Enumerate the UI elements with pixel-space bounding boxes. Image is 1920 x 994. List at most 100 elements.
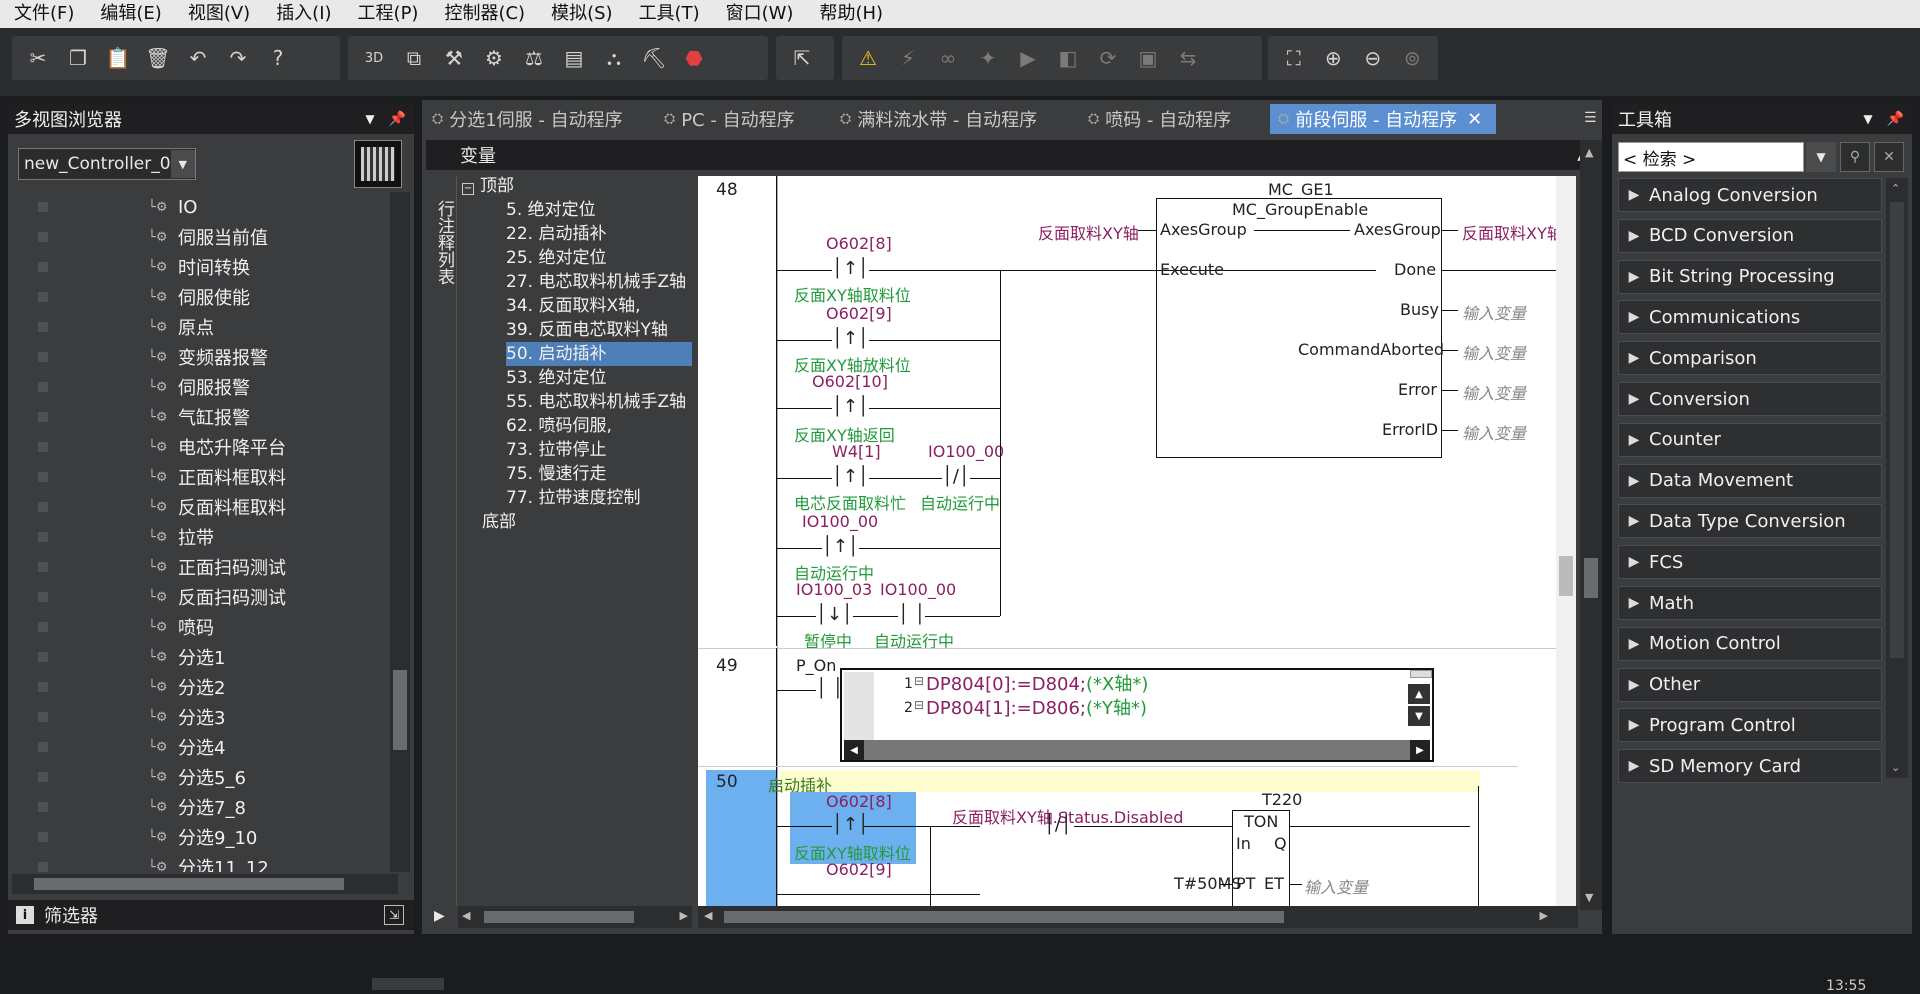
st-hscroll[interactable]: ◀ ▶ xyxy=(844,740,1430,760)
st-scroll-down[interactable]: ▼ xyxy=(1408,706,1430,726)
outline-item[interactable]: 25. 绝对定位 xyxy=(506,246,606,270)
outline-item[interactable]: 62. 喷码伺服, xyxy=(506,414,612,438)
rebuild-icon[interactable]: ⚙ xyxy=(474,39,514,77)
check-icon[interactable]: ⚖ xyxy=(514,39,554,77)
zoom-out-icon[interactable]: ⊖ xyxy=(1353,39,1393,77)
pin-icon[interactable]: 📌 xyxy=(389,111,406,127)
reset-icon[interactable]: ⟳ xyxy=(1088,39,1128,77)
outline-bottom[interactable]: 底部 xyxy=(482,510,516,534)
toolbox-search-input[interactable]: < 检索 > xyxy=(1618,142,1804,172)
outline-item[interactable]: 55. 电芯取料机械手Z轴 xyxy=(506,390,686,414)
toolbox-category[interactable]: ▶ FCS xyxy=(1618,545,1882,580)
cut-icon[interactable]: ✂ xyxy=(18,39,58,77)
tree-item[interactable]: └⚙ 正面扫码测试 xyxy=(8,552,388,582)
dropdown-icon[interactable]: ▼ xyxy=(365,112,374,126)
connect-icon[interactable]: ⇱ xyxy=(782,39,822,77)
tree-item[interactable]: └⚙ 喷码 xyxy=(8,612,388,642)
menu-project[interactable]: 工程(P) xyxy=(344,0,431,28)
collapse-icon[interactable]: ⊟ xyxy=(914,698,924,712)
tab-4[interactable]: ⛭ 前段伺服 - 自动程序 ✕ xyxy=(1270,104,1496,134)
tree-item[interactable]: └⚙ 分选5_6 xyxy=(8,762,388,792)
tree-item[interactable]: └⚙ 正面料框取料 xyxy=(8,462,388,492)
disable-warning-icon[interactable]: ⚡ xyxy=(888,39,928,77)
chevron-down-icon[interactable]: ▼ xyxy=(170,150,195,178)
tree-item[interactable]: └⚙ 伺服使能 xyxy=(8,282,388,312)
monitor-icon[interactable]: ▣ xyxy=(1128,39,1168,77)
tree-item[interactable]: └⚙ 分选11_12 xyxy=(8,852,388,872)
variables-bar[interactable]: 变量 ▲ xyxy=(426,140,1598,170)
tree-item[interactable]: └⚙ 分选1 xyxy=(8,642,388,672)
toolbox-category[interactable]: ▶ Bit String Processing xyxy=(1618,259,1882,294)
toolbox-category[interactable]: ▶ BCD Conversion xyxy=(1618,218,1882,253)
tab-3[interactable]: ⛭ 喷码 - 自动程序 xyxy=(1080,104,1262,134)
editor-vscroll[interactable]: ▲ ▼ xyxy=(1580,140,1602,910)
error-var[interactable]: 输入变量 xyxy=(1462,380,1526,404)
tree-item[interactable]: └⚙ 分选2 xyxy=(8,672,388,702)
tree-vertical-scrollbar[interactable] xyxy=(390,192,410,872)
no-contact-symbol[interactable]: │ │ xyxy=(898,604,926,625)
close-icon[interactable]: ✕ xyxy=(1467,109,1482,130)
tree-item[interactable]: └⚙ 气缸报警 xyxy=(8,402,388,432)
toolbox-category[interactable]: ▶ Data Type Conversion xyxy=(1618,504,1882,539)
delete-icon[interactable]: 🗑 xyxy=(138,39,178,77)
network-icon[interactable]: ⛬ xyxy=(594,39,634,77)
timer-et-var[interactable]: 输入变量 xyxy=(1304,874,1368,898)
tree-item[interactable]: └⚙ IO xyxy=(8,192,388,222)
table-icon[interactable]: ▤ xyxy=(554,39,594,77)
find-icon[interactable]: ⛏ xyxy=(634,39,674,77)
rising-contact-symbol[interactable]: │↑│ xyxy=(832,328,869,349)
outline-item[interactable]: 73. 拉带停止 xyxy=(506,438,606,462)
outline-top[interactable]: − 顶部 xyxy=(462,174,514,198)
tree-item[interactable]: └⚙ 反面料框取料 xyxy=(8,492,388,522)
toolbox-category[interactable]: ▶ Analog Conversion xyxy=(1618,178,1882,212)
stop-icon[interactable]: ⬣ xyxy=(674,39,714,77)
toolbox-category[interactable]: ▶ Comparison xyxy=(1618,341,1882,376)
nc-contact-symbol[interactable]: │/│ xyxy=(1044,814,1072,835)
outline-item[interactable]: 5. 绝对定位 xyxy=(506,198,596,222)
menu-controller[interactable]: 控制器(C) xyxy=(430,0,537,28)
zoom-reset-icon[interactable]: ⊚ xyxy=(1393,39,1433,77)
sync-icon[interactable]: ⇆ xyxy=(1168,39,1208,77)
layout-icon[interactable]: ⧉ xyxy=(394,39,434,77)
rising-contact-symbol[interactable]: │↑│ xyxy=(832,466,869,487)
rung-comment-bar[interactable] xyxy=(780,770,1480,792)
tree-item[interactable]: └⚙ 时间转换 xyxy=(8,252,388,282)
menu-view[interactable]: 视图(V) xyxy=(174,0,262,28)
toolbox-vscroll[interactable]: ⌃ ⌄ xyxy=(1886,178,1908,778)
chevron-down-icon[interactable]: ▼ xyxy=(1806,142,1836,172)
outline-item[interactable]: 53. 绝对定位 xyxy=(506,366,606,390)
paste-icon[interactable]: 📋 xyxy=(98,39,138,77)
step-icon[interactable]: ◧ xyxy=(1048,39,1088,77)
menu-edit[interactable]: 编辑(E) xyxy=(86,0,173,28)
menu-window[interactable]: 窗口(W) xyxy=(712,0,806,28)
tree-item[interactable]: └⚙ 分选7_8 xyxy=(8,792,388,822)
tree-item[interactable]: └⚙ 变频器报警 xyxy=(8,342,388,372)
3d-view-icon[interactable]: 3D xyxy=(354,39,394,77)
tree-item[interactable]: └⚙ 伺服报警 xyxy=(8,372,388,402)
tree-item[interactable]: └⚙ 分选4 xyxy=(8,732,388,762)
editor-hscroll[interactable]: ◀ ▶ xyxy=(698,906,1578,928)
rising-contact-symbol[interactable]: │↑│ xyxy=(832,396,869,417)
toolbox-category[interactable]: ▶ Communications xyxy=(1618,300,1882,335)
rising-contact-symbol[interactable]: │↑│ xyxy=(822,536,859,557)
ladder-editor[interactable]: 48 O602[8] 反面XY轴取料位 O602[9] 反面XY轴放料位 O60… xyxy=(698,176,1576,906)
outline-hscroll[interactable]: ◀ ▶ xyxy=(458,906,692,928)
toolbox-category[interactable]: ▶ Conversion xyxy=(1618,382,1882,416)
clear-icon[interactable]: ✕ xyxy=(1874,142,1904,172)
errorid-var[interactable]: 输入变量 xyxy=(1462,420,1526,444)
rising-contact-symbol[interactable]: │↑│ xyxy=(832,258,869,279)
outline-item[interactable]: 22. 启动插补 xyxy=(506,222,606,246)
st-scroll-up[interactable]: ▲ xyxy=(1408,684,1430,704)
build-icon[interactable]: ⚒ xyxy=(434,39,474,77)
outline-item[interactable]: 39. 反面电芯取料Y轴 xyxy=(506,318,668,342)
warning-icon[interactable]: ⚠ xyxy=(848,39,888,77)
menu-file[interactable]: 文件(F) xyxy=(0,0,86,28)
busy-var[interactable]: 输入变量 xyxy=(1462,300,1526,324)
rising-contact-symbol[interactable]: │↑│ xyxy=(832,814,869,835)
watch-icon[interactable]: ∞ xyxy=(928,39,968,77)
tree-item[interactable]: └⚙ 电芯升降平台 xyxy=(8,432,388,462)
redo-icon[interactable]: ↷ xyxy=(218,39,258,77)
collapse-icon[interactable]: ⊟ xyxy=(914,674,924,688)
help-icon[interactable]: ? xyxy=(258,39,298,77)
controller-select[interactable]: new_Controller_0 ▼ xyxy=(18,148,196,180)
